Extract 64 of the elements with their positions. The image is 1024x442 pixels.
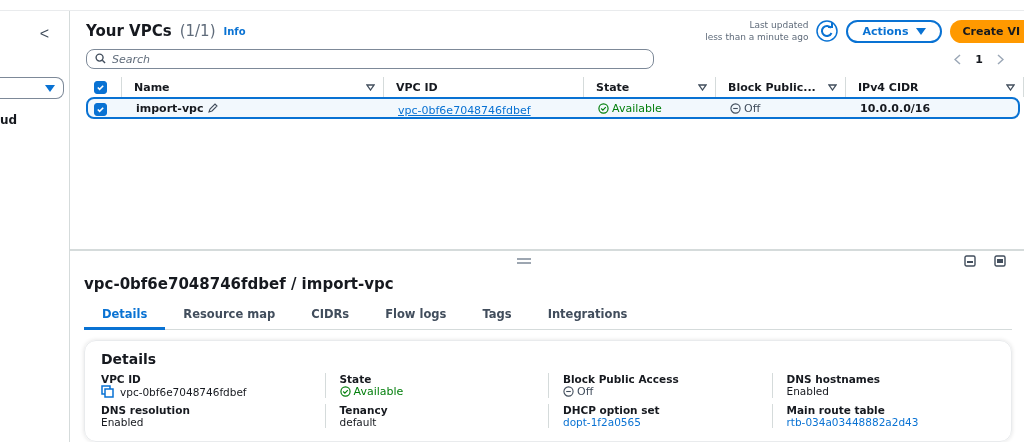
check-circle-icon bbox=[339, 386, 351, 397]
refresh-icon[interactable] bbox=[816, 20, 839, 42]
previous-page-icon[interactable] bbox=[954, 53, 962, 65]
field-label: DNS resolution bbox=[101, 404, 191, 416]
field-label: Block Public Access bbox=[563, 373, 680, 385]
check-circle-icon bbox=[598, 103, 609, 114]
field-value: Available bbox=[339, 385, 548, 398]
select-all-checkbox[interactable] bbox=[94, 80, 107, 94]
table-row[interactable]: import-vpc vpc-0bf6e7048746fdbef Available Off 10.0.0.0/16 bbox=[86, 97, 1020, 119]
field-value: vpc-0bf6e7048746fdbef bbox=[101, 385, 325, 398]
tab[interactable]: CIDRs bbox=[293, 303, 368, 330]
tab[interactable]: Flow logs bbox=[367, 303, 465, 330]
page-title: Your VPCs bbox=[86, 22, 172, 40]
field-value: Off bbox=[563, 385, 772, 398]
pencil-icon[interactable] bbox=[207, 103, 219, 114]
dropdown-caret-icon bbox=[45, 84, 55, 92]
sort-caret-icon[interactable] bbox=[828, 83, 837, 91]
info-link[interactable]: Info bbox=[223, 25, 246, 37]
sidebar-text: ud bbox=[0, 113, 19, 127]
caret-icon bbox=[916, 27, 927, 35]
region-dropdown[interactable] bbox=[0, 77, 64, 99]
tab[interactable]: Details bbox=[84, 303, 166, 330]
field-value: default bbox=[339, 416, 378, 428]
panel-full-icon[interactable] bbox=[994, 255, 1006, 267]
vpc-id-link[interactable]: vpc-0bf6e7048746fdbef bbox=[398, 104, 531, 117]
tab[interactable]: Tags bbox=[464, 303, 530, 330]
page-number[interactable]: 1 bbox=[975, 52, 983, 66]
vpc-count: (1/1) bbox=[179, 22, 216, 40]
field-label: Tenancy bbox=[339, 404, 389, 416]
tab[interactable]: Integrations bbox=[529, 303, 646, 330]
sort-caret-icon[interactable] bbox=[366, 83, 375, 91]
sort-caret-icon[interactable] bbox=[698, 83, 707, 91]
copy-icon[interactable] bbox=[101, 385, 114, 398]
field-value: Enabled bbox=[786, 385, 830, 397]
last-updated-text: Last updated less than a minute ago bbox=[705, 19, 809, 43]
checkmark-icon bbox=[96, 105, 105, 114]
field-link[interactable]: rtb-034a03448882a2d43 bbox=[786, 416, 995, 428]
table-cell: Off bbox=[718, 102, 848, 115]
field-label: State bbox=[339, 373, 373, 385]
field-label: DHCP option set bbox=[563, 404, 661, 416]
sort-caret-icon[interactable] bbox=[1006, 83, 1015, 91]
search-icon bbox=[95, 53, 106, 64]
field-link[interactable]: dopt-1f2a0565 bbox=[563, 416, 772, 428]
table-cell: import-vpc bbox=[124, 102, 386, 115]
field-label: VPC ID bbox=[101, 373, 142, 385]
table-cell-text: 10.0.0.0/16 bbox=[859, 102, 932, 115]
checkmark-icon bbox=[96, 82, 105, 92]
field-value: Enabled bbox=[101, 416, 145, 428]
actions-button[interactable]: Actions bbox=[846, 19, 943, 43]
card-title: Details bbox=[101, 351, 158, 367]
detail-title: vpc-0bf6e7048746fdbef / import-vpc bbox=[84, 275, 395, 293]
table-cell: Available bbox=[586, 102, 718, 115]
collapse-button[interactable]: < bbox=[39, 25, 49, 43]
tab[interactable]: Resource map bbox=[165, 303, 294, 330]
search-field[interactable]: Search bbox=[86, 49, 654, 69]
row-checkbox[interactable] bbox=[94, 103, 107, 116]
panel-bottom-icon[interactable] bbox=[964, 255, 976, 267]
field-label: DNS hostnames bbox=[786, 373, 882, 385]
minus-circle-icon bbox=[730, 103, 741, 114]
field-label: Main route table bbox=[786, 404, 886, 416]
minus-circle-icon bbox=[563, 386, 574, 397]
next-page-icon[interactable] bbox=[997, 53, 1004, 65]
create-vpc-button[interactable]: Create VI bbox=[950, 19, 1024, 43]
resize-handle-icon[interactable] bbox=[517, 258, 531, 264]
